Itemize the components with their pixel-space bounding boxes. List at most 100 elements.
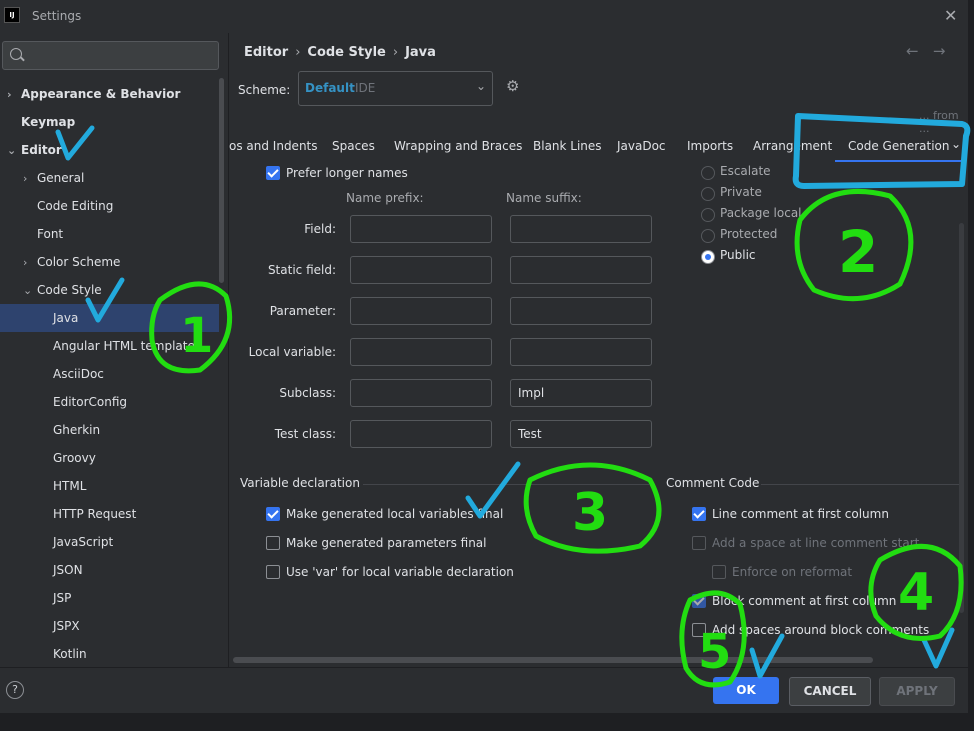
sidebar-item-label: Code Style: [37, 283, 102, 297]
final-params-checkbox[interactable]: [266, 536, 280, 550]
sidebar-item-keymap[interactable]: Keymap: [21, 108, 75, 136]
sidebar-item-jspx[interactable]: JSPX: [53, 612, 80, 640]
tab-javadoc[interactable]: JavaDoc: [617, 139, 666, 153]
private-label: Private: [720, 185, 762, 199]
private-radio[interactable]: [701, 187, 715, 201]
breadcrumb-editor[interactable]: Editor: [244, 45, 288, 60]
public-radio[interactable]: [701, 250, 715, 264]
use-var-checkbox[interactable]: [266, 565, 280, 579]
parameter-prefix-input[interactable]: [350, 297, 492, 325]
enforce-on-reformat-checkbox[interactable]: [712, 565, 726, 579]
cancel-button[interactable]: CANCEL: [789, 677, 871, 706]
protected-radio[interactable]: [701, 229, 715, 243]
local-variable-prefix-input[interactable]: [350, 338, 492, 366]
static-field-suffix-input[interactable]: [510, 256, 652, 284]
test-class-prefix-input[interactable]: [350, 420, 492, 448]
sidebar-item-label: Font: [37, 227, 64, 241]
sidebar-item-angular[interactable]: Angular HTML template: [53, 332, 195, 360]
breadcrumb-code-style[interactable]: Code Style: [307, 45, 385, 60]
tab-blank-lines[interactable]: Blank Lines: [533, 139, 602, 153]
title-bar: IJ Settings ✕: [0, 0, 968, 33]
subclass-suffix-input[interactable]: Impl: [510, 379, 652, 407]
apply-button[interactable]: APPLY: [879, 677, 955, 706]
sidebar-item-jsp[interactable]: JSP: [53, 584, 71, 612]
back-arrow-icon[interactable]: ←: [906, 42, 919, 60]
protected-label: Protected: [720, 227, 778, 241]
sidebar-item-editorconfig[interactable]: EditorConfig: [53, 388, 127, 416]
sidebar-item-kotlin[interactable]: Kotlin: [53, 640, 87, 667]
block-comment-first-col-checkbox[interactable]: [692, 594, 706, 608]
intellij-logo-icon: IJ: [4, 7, 20, 23]
settings-window: IJ Settings ✕ › Appearance & Behavior Key…: [0, 0, 968, 713]
parameter-suffix-input[interactable]: [510, 297, 652, 325]
sidebar-scrollbar[interactable]: [219, 78, 224, 283]
add-space-line-comment-checkbox[interactable]: [692, 536, 706, 550]
escalate-radio[interactable]: [701, 166, 715, 180]
sidebar-item-json[interactable]: JSON: [53, 556, 83, 584]
chevron-right-icon[interactable]: ›: [23, 249, 37, 277]
static-field-label: Static field:: [267, 263, 336, 277]
search-input[interactable]: [2, 41, 219, 70]
field-suffix-input[interactable]: [510, 215, 652, 243]
chevron-down-icon[interactable]: ⌄: [23, 277, 37, 305]
field-prefix-input[interactable]: [350, 215, 492, 243]
test-class-suffix-input[interactable]: Test: [510, 420, 652, 448]
sidebar-item-label: Java: [53, 311, 79, 325]
variable-declaration-title: Variable declaration: [240, 476, 360, 490]
chevron-down-icon[interactable]: ⌄: [7, 137, 21, 165]
tab-spaces[interactable]: Spaces: [332, 139, 375, 153]
sidebar-item-java[interactable]: Java: [0, 304, 219, 332]
add-space-line-comment-label: Add a space at line comment start: [712, 536, 920, 550]
help-icon[interactable]: ?: [6, 681, 24, 699]
sidebar-item-font[interactable]: Font: [37, 220, 63, 248]
scheme-dropdown[interactable]: Default IDE ⌄: [298, 71, 493, 106]
sidebar-item-general[interactable]: › General: [23, 164, 84, 192]
vertical-scrollbar[interactable]: [959, 223, 964, 613]
sidebar-item-code-editing[interactable]: Code Editing: [37, 192, 113, 220]
gear-icon[interactable]: ⚙: [506, 77, 519, 95]
name-prefix-header: Name prefix:: [346, 191, 424, 205]
chevron-right-icon[interactable]: ›: [7, 81, 21, 109]
subclass-prefix-input[interactable]: [350, 379, 492, 407]
chevron-down-icon: ⌄: [476, 79, 487, 93]
final-locals-checkbox[interactable]: [266, 507, 280, 521]
horizontal-scrollbar[interactable]: [233, 657, 873, 663]
package-local-radio[interactable]: [701, 208, 715, 222]
tab-code-generation[interactable]: Code Generation: [834, 139, 964, 162]
sidebar-item-asciidoc[interactable]: AsciiDoc: [53, 360, 104, 388]
local-variable-suffix-input[interactable]: [510, 338, 652, 366]
line-comment-first-col-checkbox[interactable]: [692, 507, 706, 521]
sidebar-item-appearance[interactable]: › Appearance & Behavior: [7, 80, 180, 108]
tab-tabs-and-indents[interactable]: os and Indents: [229, 139, 318, 153]
ok-button[interactable]: OK: [713, 677, 779, 704]
spaces-around-block-checkbox[interactable]: [692, 623, 706, 637]
line-comment-first-col-label: Line comment at first column: [712, 507, 889, 521]
section-divider: [363, 484, 649, 485]
close-icon[interactable]: ✕: [944, 6, 957, 25]
tab-arrangement[interactable]: Arrangement: [753, 139, 832, 153]
sidebar-item-html[interactable]: HTML: [53, 472, 86, 500]
spaces-around-block-label: Add spaces around block comments: [712, 623, 930, 637]
sidebar-item-javascript[interactable]: JavaScript: [53, 528, 113, 556]
prefer-longer-names-checkbox[interactable]: [266, 166, 280, 180]
tab-wrapping-and-braces[interactable]: Wrapping and Braces: [394, 139, 522, 153]
set-from-link[interactable]: ... from ...: [919, 109, 968, 135]
tab-imports[interactable]: Imports: [687, 139, 733, 153]
final-locals-label: Make generated local variables final: [286, 507, 504, 521]
static-field-prefix-input[interactable]: [350, 256, 492, 284]
enforce-on-reformat-label: Enforce on reformat: [732, 565, 853, 579]
sidebar-item-label: Gherkin: [53, 423, 101, 437]
sidebar-item-code-style[interactable]: ⌄ Code Style: [23, 276, 102, 304]
chevron-down-icon[interactable]: ⌄: [951, 137, 961, 151]
chevron-right-icon[interactable]: ›: [23, 165, 37, 193]
history-nav: ← →: [906, 42, 945, 60]
sidebar-item-groovy[interactable]: Groovy: [53, 444, 96, 472]
sidebar-item-gherkin[interactable]: Gherkin: [53, 416, 100, 444]
breadcrumb-separator: ›: [392, 45, 399, 60]
window-title: Settings: [32, 9, 82, 23]
sidebar-item-http-request[interactable]: HTTP Request: [53, 500, 136, 528]
forward-arrow-icon[interactable]: →: [933, 42, 946, 60]
sidebar-item-color-scheme[interactable]: › Color Scheme: [23, 248, 120, 276]
sidebar-item-editor[interactable]: ⌄ Editor: [7, 136, 62, 164]
scheme-label: Scheme:: [238, 83, 291, 97]
